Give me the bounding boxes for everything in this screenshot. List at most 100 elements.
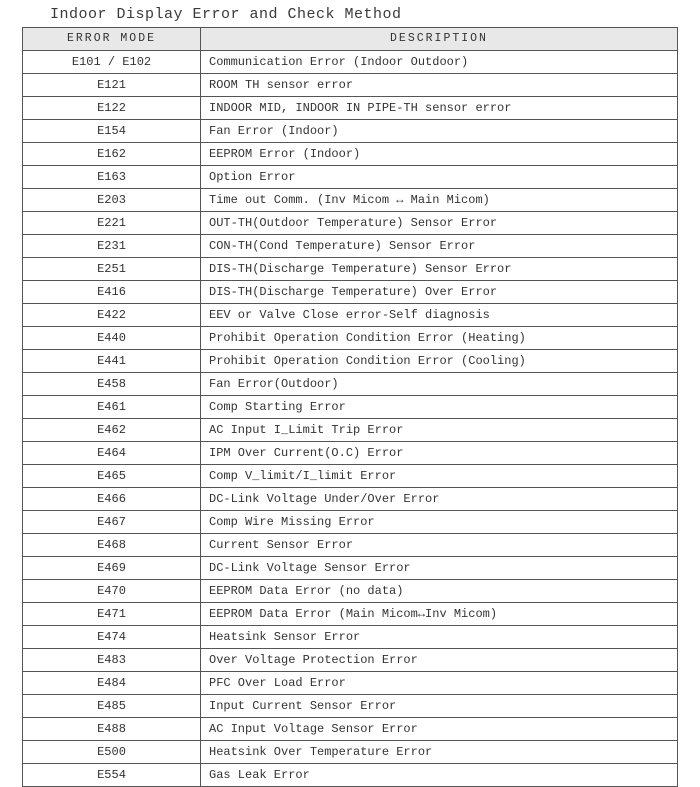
error-code-cell: E221 bbox=[23, 212, 201, 235]
error-description-cell: EEPROM Data Error (Main Micom↔Inv Micom) bbox=[201, 603, 678, 626]
error-description-cell: Time out Comm. (Inv Micom ↔ Main Micom) bbox=[201, 189, 678, 212]
table-row: E485Input Current Sensor Error bbox=[23, 695, 678, 718]
error-code-cell: E416 bbox=[23, 281, 201, 304]
table-row: E121ROOM TH sensor error bbox=[23, 74, 678, 97]
table-row: E483Over Voltage Protection Error bbox=[23, 649, 678, 672]
error-code-cell: E441 bbox=[23, 350, 201, 373]
error-description-cell: Communication Error (Indoor Outdoor) bbox=[201, 51, 678, 74]
error-code-cell: E203 bbox=[23, 189, 201, 212]
error-description-cell: IPM Over Current(O.C) Error bbox=[201, 442, 678, 465]
table-row: E467Comp Wire Missing Error bbox=[23, 511, 678, 534]
error-description-cell: Over Voltage Protection Error bbox=[201, 649, 678, 672]
table-row: E500Heatsink Over Temperature Error bbox=[23, 741, 678, 764]
error-description-cell: Comp Starting Error bbox=[201, 396, 678, 419]
error-code-cell: E163 bbox=[23, 166, 201, 189]
error-description-cell: ROOM TH sensor error bbox=[201, 74, 678, 97]
table-row: E474Heatsink Sensor Error bbox=[23, 626, 678, 649]
error-description-cell: Gas Leak Error bbox=[201, 764, 678, 787]
table-row: E462AC Input I_Limit Trip Error bbox=[23, 419, 678, 442]
table-row: E464IPM Over Current(O.C) Error bbox=[23, 442, 678, 465]
error-code-cell: E465 bbox=[23, 465, 201, 488]
error-code-cell: E471 bbox=[23, 603, 201, 626]
error-description-cell: Comp Wire Missing Error bbox=[201, 511, 678, 534]
error-code-cell: E469 bbox=[23, 557, 201, 580]
table-row: E488AC Input Voltage Sensor Error bbox=[23, 718, 678, 741]
error-code-cell: E422 bbox=[23, 304, 201, 327]
table-row: E471EEPROM Data Error (Main Micom↔Inv Mi… bbox=[23, 603, 678, 626]
page-title: Indoor Display Error and Check Method bbox=[22, 6, 678, 27]
table-row: E162EEPROM Error (Indoor) bbox=[23, 143, 678, 166]
error-code-cell: E470 bbox=[23, 580, 201, 603]
error-code-cell: E462 bbox=[23, 419, 201, 442]
error-code-cell: E458 bbox=[23, 373, 201, 396]
error-description-cell: DC-Link Voltage Under/Over Error bbox=[201, 488, 678, 511]
error-description-cell: DIS-TH(Discharge Temperature) Sensor Err… bbox=[201, 258, 678, 281]
error-description-cell: Heatsink Over Temperature Error bbox=[201, 741, 678, 764]
error-description-cell: Fan Error (Indoor) bbox=[201, 120, 678, 143]
error-code-cell: E464 bbox=[23, 442, 201, 465]
error-code-cell: E466 bbox=[23, 488, 201, 511]
error-code-cell: E154 bbox=[23, 120, 201, 143]
table-body: E101 / E102Communication Error (Indoor O… bbox=[23, 51, 678, 787]
error-code-cell: E122 bbox=[23, 97, 201, 120]
document-page: Indoor Display Error and Check Method ER… bbox=[0, 0, 700, 675]
error-description-cell: EEPROM Error (Indoor) bbox=[201, 143, 678, 166]
table-row: E458 Fan Error(Outdoor) bbox=[23, 373, 678, 396]
error-description-cell: Fan Error(Outdoor) bbox=[201, 373, 678, 396]
error-description-cell: Comp V_limit/I_limit Error bbox=[201, 465, 678, 488]
table-row: E163Option Error bbox=[23, 166, 678, 189]
table-row: E465Comp V_limit/I_limit Error bbox=[23, 465, 678, 488]
table-row: E122INDOOR MID, INDOOR IN PIPE-TH sensor… bbox=[23, 97, 678, 120]
table-row: E461Comp Starting Error bbox=[23, 396, 678, 419]
table-row: E203Time out Comm. (Inv Micom ↔ Main Mic… bbox=[23, 189, 678, 212]
error-description-cell: Prohibit Operation Condition Error (Heat… bbox=[201, 327, 678, 350]
table-row: E422EEV or Valve Close error-Self diagno… bbox=[23, 304, 678, 327]
table-row: E101 / E102Communication Error (Indoor O… bbox=[23, 51, 678, 74]
error-description-cell: OUT-TH(Outdoor Temperature) Sensor Error bbox=[201, 212, 678, 235]
error-code-cell: E485 bbox=[23, 695, 201, 718]
error-code-cell: E461 bbox=[23, 396, 201, 419]
table-row: E470EEPROM Data Error (no data) bbox=[23, 580, 678, 603]
header-description: DESCRIPTION bbox=[201, 28, 678, 51]
error-code-cell: E500 bbox=[23, 741, 201, 764]
error-description-cell: Current Sensor Error bbox=[201, 534, 678, 557]
error-description-cell: DIS-TH(Discharge Temperature) Over Error bbox=[201, 281, 678, 304]
table-row: E416DIS-TH(Discharge Temperature) Over E… bbox=[23, 281, 678, 304]
error-description-cell: Option Error bbox=[201, 166, 678, 189]
error-code-cell: E488 bbox=[23, 718, 201, 741]
table-row: E440Prohibit Operation Condition Error (… bbox=[23, 327, 678, 350]
error-description-cell: Heatsink Sensor Error bbox=[201, 626, 678, 649]
error-code-cell: E162 bbox=[23, 143, 201, 166]
error-code-cell: E554 bbox=[23, 764, 201, 787]
error-code-cell: E440 bbox=[23, 327, 201, 350]
error-description-cell: AC Input Voltage Sensor Error bbox=[201, 718, 678, 741]
error-description-cell: EEV or Valve Close error-Self diagnosis bbox=[201, 304, 678, 327]
table-row: E466DC-Link Voltage Under/Over Error bbox=[23, 488, 678, 511]
table-row: E554Gas Leak Error bbox=[23, 764, 678, 787]
table-row: E469DC-Link Voltage Sensor Error bbox=[23, 557, 678, 580]
error-code-cell: E121 bbox=[23, 74, 201, 97]
table-row: E468Current Sensor Error bbox=[23, 534, 678, 557]
table-row: E441Prohibit Operation Condition Error (… bbox=[23, 350, 678, 373]
table-row: E231CON-TH(Cond Temperature) Sensor Erro… bbox=[23, 235, 678, 258]
error-description-cell: EEPROM Data Error (no data) bbox=[201, 580, 678, 603]
table-row: E251DIS-TH(Discharge Temperature) Sensor… bbox=[23, 258, 678, 281]
error-code-cell: E483 bbox=[23, 649, 201, 672]
error-code-cell: E231 bbox=[23, 235, 201, 258]
error-description-cell: AC Input I_Limit Trip Error bbox=[201, 419, 678, 442]
table-row: E154Fan Error (Indoor) bbox=[23, 120, 678, 143]
error-description-cell: Prohibit Operation Condition Error (Cool… bbox=[201, 350, 678, 373]
error-description-cell: INDOOR MID, INDOOR IN PIPE-TH sensor err… bbox=[201, 97, 678, 120]
error-code-cell: E251 bbox=[23, 258, 201, 281]
table-header-row: ERROR MODE DESCRIPTION bbox=[23, 28, 678, 51]
error-code-cell: E474 bbox=[23, 626, 201, 649]
error-description-cell: CON-TH(Cond Temperature) Sensor Error bbox=[201, 235, 678, 258]
error-code-cell: E101 / E102 bbox=[23, 51, 201, 74]
table-row: E221OUT-TH(Outdoor Temperature) Sensor E… bbox=[23, 212, 678, 235]
table-header: ERROR MODE DESCRIPTION bbox=[23, 28, 678, 51]
error-code-cell: E468 bbox=[23, 534, 201, 557]
error-code-cell: E467 bbox=[23, 511, 201, 534]
error-code-table: ERROR MODE DESCRIPTION E101 / E102Commun… bbox=[22, 27, 678, 787]
header-error-mode: ERROR MODE bbox=[23, 28, 201, 51]
error-description-cell: DC-Link Voltage Sensor Error bbox=[201, 557, 678, 580]
